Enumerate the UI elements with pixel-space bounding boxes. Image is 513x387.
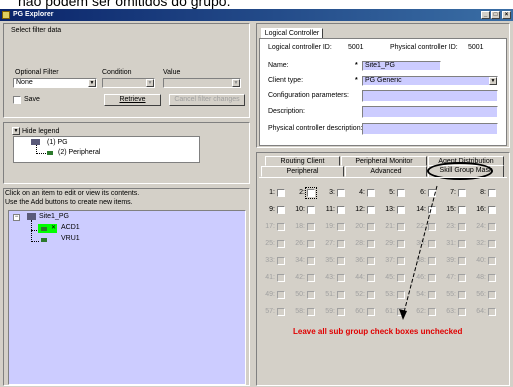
logical-controller-content: Logical controller ID: 5001 Physical con…	[259, 38, 507, 146]
tree-node-site1-pg[interactable]: Site1_PG	[39, 213, 69, 221]
physical-controller-id-value: 5001	[468, 44, 484, 51]
description-input[interactable]	[362, 106, 498, 118]
minimize-button[interactable]: _	[481, 11, 490, 19]
tree-collapse-icon[interactable]: −	[13, 214, 20, 221]
client-type-select[interactable]: PG Generic ▼	[362, 76, 498, 86]
app-icon	[2, 11, 10, 19]
tree-node-vru1[interactable]: VRU1	[61, 235, 80, 243]
config-params-label: Configuration parameters:	[268, 92, 349, 99]
legend-toggle-icon[interactable]: ▼	[12, 127, 20, 135]
tab-peripheral-monitor[interactable]: Peripheral Monitor	[341, 156, 427, 166]
tree-node-marker: ✕	[51, 225, 57, 231]
tree-node-acd1[interactable]: ACD1	[61, 224, 80, 232]
annotation-text: Leave all sub group check boxes unchecke…	[293, 327, 463, 336]
name-label: Name:	[268, 62, 289, 69]
window-title-bar: PG Explorer _ □ ×	[0, 9, 513, 21]
filter-panel-title: Select filter data	[11, 27, 62, 34]
skill-group-mask-content: 1: 2: 3: 4: 5: 6: 7: 8: 9: 10: 11: 12: 13: 14: 15: 16: 1…	[259, 177, 507, 384]
annotation-arrow	[399, 185, 438, 320]
condition-select[interactable]: ▼	[102, 78, 155, 88]
physical-description-input[interactable]	[362, 123, 498, 135]
legend-item-pg: (1) PG	[47, 139, 68, 146]
logical-controller-panel: Logical Controller Logical controller ID…	[256, 23, 510, 148]
maximize-button[interactable]: □	[491, 11, 500, 19]
physical-controller-id-label: Physical controller ID:	[390, 44, 458, 51]
window-title: PG Explorer	[13, 11, 54, 18]
chevron-down-icon: ▼	[88, 79, 96, 87]
tab-advanced[interactable]: Advanced	[345, 166, 427, 177]
tab-peripheral[interactable]: Peripheral	[261, 166, 344, 177]
logical-controller-id-label: Logical controller ID:	[268, 44, 332, 51]
logical-controller-id-value: 5001	[348, 44, 364, 51]
save-checkbox[interactable]	[13, 96, 21, 104]
tab-routing-client[interactable]: Routing Client	[265, 156, 340, 166]
physical-description-label: Physical controller description:	[268, 125, 363, 132]
legend-connector	[36, 153, 46, 155]
chevron-down-icon: ▼	[489, 77, 497, 85]
client-type-label: Client type:	[268, 77, 304, 84]
pg-node-icon	[27, 213, 36, 220]
value-select[interactable]: ▼	[163, 78, 241, 88]
description-label: Description:	[268, 108, 305, 115]
tree-connector	[31, 241, 39, 243]
close-button[interactable]: ×	[502, 11, 511, 19]
save-label: Save	[24, 96, 40, 103]
legend-box: (1) PG (2) Peripheral	[13, 136, 200, 163]
optional-filter-label: Optional Filter	[15, 69, 59, 76]
tree-instruction-2: Use the Add buttons to create new items.	[5, 199, 133, 206]
peripheral-node-icon	[41, 227, 47, 231]
required-mark: *	[355, 62, 358, 69]
legend-panel: ▼ Hide legend (1) PG (2) Peripheral	[3, 122, 250, 184]
tree-instruction-1: Click on an item to edit or view its con…	[5, 190, 140, 197]
value-label: Value	[163, 69, 181, 76]
legend-item-peripheral: (2) Peripheral	[58, 149, 101, 156]
chevron-down-icon: ▼	[146, 79, 154, 87]
legend-toggle-label[interactable]: Hide legend	[22, 128, 59, 136]
retrieve-button[interactable]: Retrieve	[104, 94, 161, 106]
peripheral-node-icon	[47, 151, 53, 155]
name-input[interactable]: Site1_PG	[362, 61, 441, 71]
properties-tabs-panel: Routing Client Peripheral Monitor Agent …	[256, 152, 510, 386]
condition-label: Condition	[102, 69, 132, 76]
required-mark: *	[355, 77, 358, 84]
cancel-filter-changes-button[interactable]: Cancel filter changes	[169, 94, 245, 106]
chevron-down-icon: ▼	[232, 79, 240, 87]
optional-filter-select[interactable]: None ▼	[13, 78, 97, 88]
tree-panel: Click on an item to edit or view its con…	[3, 188, 250, 386]
peripheral-node-icon	[41, 238, 47, 242]
controller-tree[interactable]: − Site1_PG ✕ ACD1 VRU1	[8, 210, 246, 385]
filter-panel: Select filter data Optional Filter Condi…	[3, 23, 250, 118]
config-params-input[interactable]	[362, 90, 498, 102]
